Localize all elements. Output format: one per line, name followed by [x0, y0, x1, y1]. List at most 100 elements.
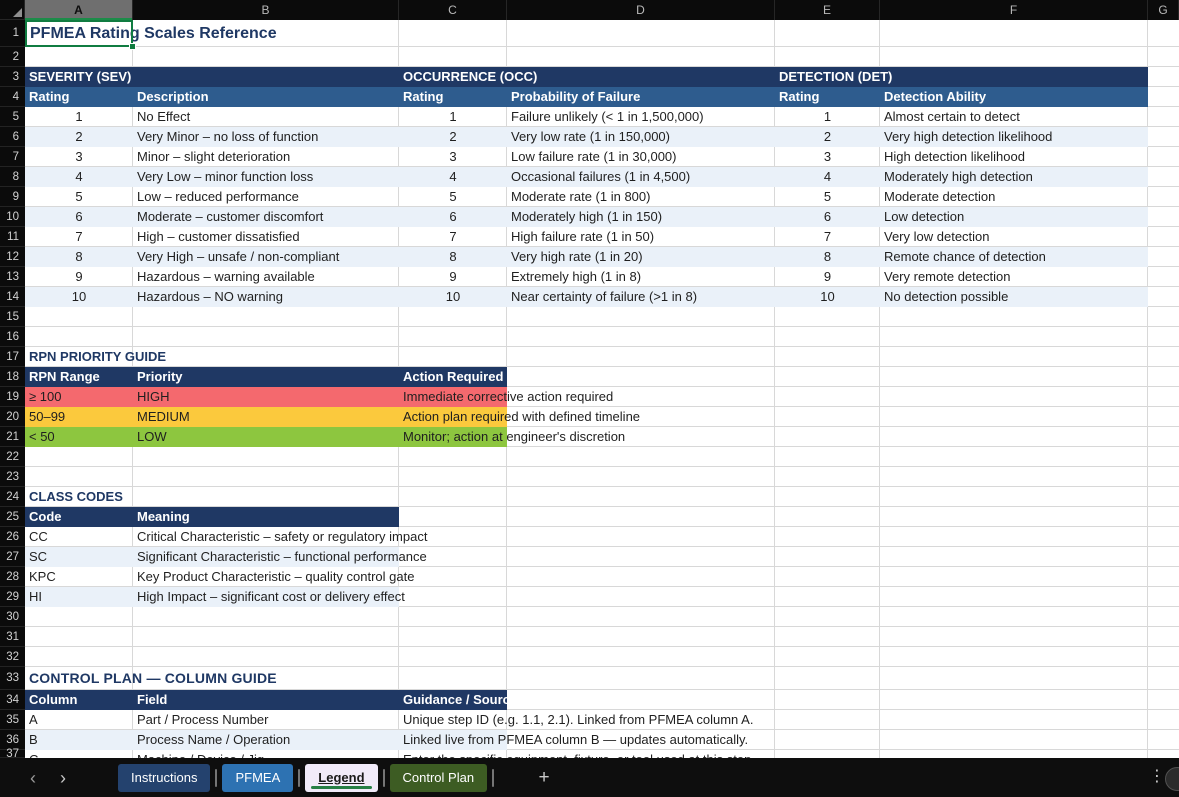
cell-A3[interactable]: SEVERITY (SEV)	[25, 67, 399, 87]
cell-F10[interactable]: Low detection	[880, 207, 1148, 227]
cell-C21[interactable]: Monitor; action at engineer's discretion	[399, 427, 625, 447]
row-header-4[interactable]: 4	[0, 87, 25, 107]
cell-B11[interactable]: High – customer dissatisfied	[133, 227, 399, 247]
row-header-29[interactable]: 29	[0, 587, 25, 607]
cell-D13[interactable]: Extremely high (1 in 8)	[507, 267, 775, 287]
cell-A25[interactable]: Code	[25, 507, 133, 527]
row-header-8[interactable]: 8	[0, 167, 25, 187]
cell-C4[interactable]: Rating	[399, 87, 507, 107]
cell-F4[interactable]: Detection Ability	[880, 87, 1148, 107]
cell-F5[interactable]: Almost certain to detect	[880, 107, 1148, 127]
row-header-37[interactable]: 37	[0, 750, 25, 758]
cell-C8[interactable]: 4	[399, 167, 507, 187]
row-header-10[interactable]: 10	[0, 207, 25, 227]
cell-A14[interactable]: 10	[25, 287, 133, 307]
cell-A18[interactable]: RPN Range	[25, 367, 133, 387]
cell-A24[interactable]: CLASS CODES	[25, 487, 399, 507]
cell-E9[interactable]: 5	[775, 187, 880, 207]
cell-B25[interactable]: Meaning	[133, 507, 399, 527]
cell-A26[interactable]: CC	[25, 527, 48, 547]
cell-B19[interactable]: HIGH	[133, 387, 170, 407]
cell-D9[interactable]: Moderate rate (1 in 800)	[507, 187, 775, 207]
row-header-3[interactable]: 3	[0, 67, 25, 87]
cell-B34[interactable]: Field	[133, 690, 399, 710]
cell-C7[interactable]: 3	[399, 147, 507, 167]
cell-E10[interactable]: 6	[775, 207, 880, 227]
cell-E3[interactable]: DETECTION (DET)	[775, 67, 1148, 87]
cell-B27[interactable]: Significant Characteristic – functional …	[133, 547, 427, 567]
column-header-C[interactable]: C	[399, 0, 507, 20]
cell-A6[interactable]: 2	[25, 127, 133, 147]
cell-B7[interactable]: Minor – slight deterioration	[133, 147, 399, 167]
cell-D4[interactable]: Probability of Failure	[507, 87, 775, 107]
row-header-35[interactable]: 35	[0, 710, 25, 730]
row-header-14[interactable]: 14	[0, 287, 25, 307]
row-header-5[interactable]: 5	[0, 107, 25, 127]
row-header-2[interactable]: 2	[0, 47, 25, 67]
cell-A34[interactable]: Column	[25, 690, 133, 710]
row-header-11[interactable]: 11	[0, 227, 25, 247]
cell-C6[interactable]: 2	[399, 127, 507, 147]
row-header-9[interactable]: 9	[0, 187, 25, 207]
cell-A28[interactable]: KPC	[25, 567, 56, 587]
cell-B12[interactable]: Very High – unsafe / non-compliant	[133, 247, 399, 267]
cell-C3[interactable]: OCCURRENCE (OCC)	[399, 67, 775, 87]
cell-A33[interactable]: CONTROL PLAN — COLUMN GUIDE	[25, 667, 399, 690]
row-header-34[interactable]: 34	[0, 690, 25, 710]
row-header-1[interactable]: 1	[0, 20, 25, 47]
cell-E5[interactable]: 1	[775, 107, 880, 127]
column-header-B[interactable]: B	[133, 0, 399, 20]
row-header-33[interactable]: 33	[0, 667, 25, 690]
cell-B36[interactable]: Process Name / Operation	[133, 730, 290, 750]
cell-A4[interactable]: Rating	[25, 87, 133, 107]
cell-B10[interactable]: Moderate – customer discomfort	[133, 207, 399, 227]
cell-C34[interactable]: Guidance / Source	[399, 690, 507, 710]
cell-D6[interactable]: Very low rate (1 in 150,000)	[507, 127, 775, 147]
cell-F6[interactable]: Very high detection likelihood	[880, 127, 1148, 147]
cell-A11[interactable]: 7	[25, 227, 133, 247]
cell-D8[interactable]: Occasional failures (1 in 4,500)	[507, 167, 775, 187]
sheet-nav-left-icon[interactable]: ‹	[18, 764, 48, 792]
cell-A9[interactable]: 5	[25, 187, 133, 207]
cell-A10[interactable]: 6	[25, 207, 133, 227]
sheet-tab-instructions[interactable]: Instructions	[118, 764, 210, 792]
sheet-tab-legend[interactable]: Legend	[305, 764, 377, 792]
sheet-tab-pfmea[interactable]: PFMEA	[222, 764, 293, 792]
column-header-E[interactable]: E	[775, 0, 880, 20]
row-header-24[interactable]: 24	[0, 487, 25, 507]
row-header-27[interactable]: 27	[0, 547, 25, 567]
cell-B28[interactable]: Key Product Characteristic – quality con…	[133, 567, 414, 587]
cell-C37[interactable]: Enter the specific equipment, fixture, o…	[399, 750, 755, 758]
cell-A37[interactable]: C	[25, 750, 38, 758]
row-header-18[interactable]: 18	[0, 367, 25, 387]
cell-F9[interactable]: Moderate detection	[880, 187, 1148, 207]
column-header-A[interactable]: A	[25, 0, 133, 20]
column-header-G[interactable]: G	[1148, 0, 1179, 20]
cell-B14[interactable]: Hazardous – NO warning	[133, 287, 399, 307]
cell-A5[interactable]: 1	[25, 107, 133, 127]
cell-F11[interactable]: Very low detection	[880, 227, 1148, 247]
row-header-20[interactable]: 20	[0, 407, 25, 427]
row-header-32[interactable]: 32	[0, 647, 25, 667]
cell-E6[interactable]: 2	[775, 127, 880, 147]
cell-E4[interactable]: Rating	[775, 87, 880, 107]
row-header-25[interactable]: 25	[0, 507, 25, 527]
cell-C13[interactable]: 9	[399, 267, 507, 287]
cell-B26[interactable]: Critical Characteristic – safety or regu…	[133, 527, 427, 547]
cell-A29[interactable]: HI	[25, 587, 42, 607]
cell-A1[interactable]: PFMEA Rating Scales Reference	[25, 20, 399, 47]
cell-A27[interactable]: SC	[25, 547, 47, 567]
cell-C18[interactable]: Action Required	[399, 367, 507, 387]
row-header-36[interactable]: 36	[0, 730, 25, 750]
row-header-31[interactable]: 31	[0, 627, 25, 647]
fill-handle[interactable]	[129, 43, 136, 50]
cell-C19[interactable]: Immediate corrective action required	[399, 387, 613, 407]
cell-C20[interactable]: Action plan required with defined timeli…	[399, 407, 640, 427]
cell-C11[interactable]: 7	[399, 227, 507, 247]
cell-A7[interactable]: 3	[25, 147, 133, 167]
cell-F12[interactable]: Remote chance of detection	[880, 247, 1148, 267]
cell-F14[interactable]: No detection possible	[880, 287, 1148, 307]
cell-C9[interactable]: 5	[399, 187, 507, 207]
cell-C12[interactable]: 8	[399, 247, 507, 267]
cell-C36[interactable]: Linked live from PFMEA column B — update…	[399, 730, 748, 750]
